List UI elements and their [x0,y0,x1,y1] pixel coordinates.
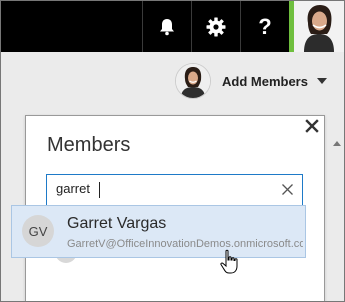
person-photo-icon [176,64,210,98]
suggestion-name: Garret Vargas [67,215,167,232]
app-window: ? Add Members Members garret GV Garret V… [0,0,345,302]
panel-title: Members [47,134,131,156]
suggestion-initials-avatar: GV [22,215,54,247]
member-search-input[interactable] [56,181,256,196]
help-button[interactable]: ? [240,1,289,52]
add-members-label: Add Members [222,73,308,89]
people-suggestion-item[interactable]: GV Garret Vargas GarretV@OfficeInnovatio… [11,205,306,258]
scrollbar[interactable] [333,101,343,301]
user-photo-avatar [294,1,344,52]
scroll-up-arrow-icon[interactable] [333,141,341,146]
account-avatar-button[interactable] [289,1,344,52]
settings-button[interactable] [191,1,240,52]
member-search-box[interactable] [46,174,303,206]
chevron-down-icon [316,78,327,84]
suggestion-email: GarretV@OfficeInnovationDemos.onmicrosof… [67,238,303,250]
help-label: ? [258,13,272,39]
add-members-button[interactable]: Add Members [175,63,327,99]
text-cursor [99,182,100,198]
close-icon[interactable] [305,119,319,133]
gear-icon [206,17,226,36]
hand-pointer-cursor-icon [220,249,238,274]
current-user-avatar [175,63,211,99]
clear-search-icon[interactable] [281,183,294,196]
bell-icon [160,18,174,35]
top-navigation-bar: ? [1,1,344,52]
notifications-button[interactable] [142,1,191,52]
